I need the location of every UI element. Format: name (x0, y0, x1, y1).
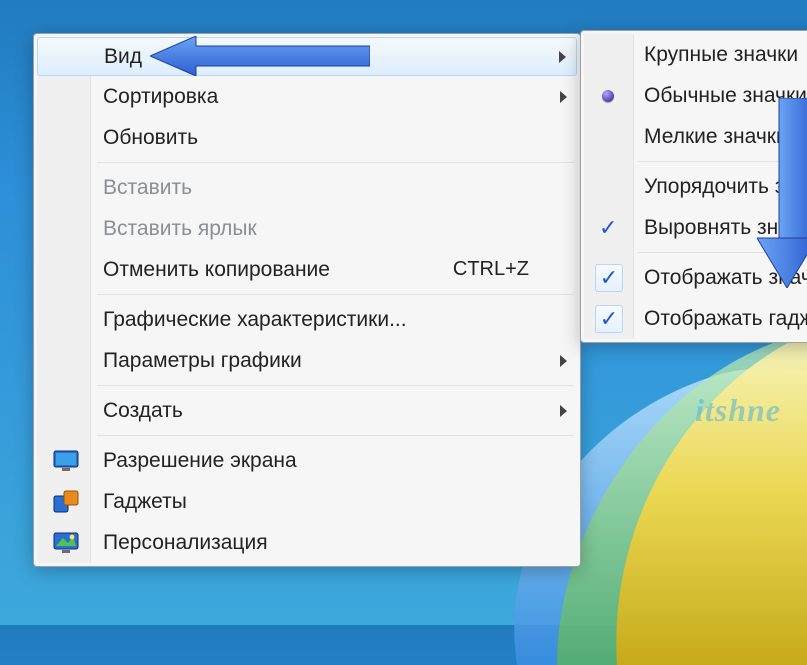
menu-item-label: Отменить копирование (103, 258, 330, 282)
menu-item-paste: Вставить (37, 167, 577, 208)
menu-item-screen-resolution[interactable]: Разрешение экрана (37, 440, 577, 481)
personalization-icon (51, 528, 81, 558)
menu-item-view[interactable]: Вид (37, 37, 577, 76)
menu-item-label: Вставить ярлык (103, 217, 257, 241)
submenu-item-align-to-grid[interactable]: ✓ Выровнять зна (584, 207, 807, 248)
menu-item-label: Отображать знач (644, 266, 807, 290)
menu-separator (97, 162, 574, 163)
view-submenu: Крупные значки Обычные значки Мелкие зна… (580, 30, 807, 343)
menu-item-label: Персонализация (103, 531, 268, 555)
menu-item-label: Создать (103, 399, 183, 423)
chevron-right-icon (559, 51, 566, 63)
menu-item-sort[interactable]: Сортировка (37, 76, 577, 117)
submenu-item-auto-arrange[interactable]: Упорядочить зн (584, 166, 807, 207)
menu-item-label: Вставить (103, 176, 192, 200)
menu-item-label: Отображать гадж (644, 307, 807, 331)
menu-item-label: Гаджеты (103, 490, 187, 514)
chevron-right-icon (560, 405, 567, 417)
display-resolution-icon (51, 446, 81, 476)
menu-separator (97, 294, 574, 295)
menu-separator (638, 161, 807, 162)
watermark-text: itshne (695, 392, 781, 429)
submenu-item-show-desktop-icons[interactable]: ✓ Отображать знач (584, 257, 807, 298)
menu-separator (638, 252, 807, 253)
radio-selected-icon (602, 90, 614, 102)
menu-separator (97, 385, 574, 386)
menu-item-label: Графические характеристики... (103, 308, 407, 332)
desktop-context-menu: Вид Сортировка Обновить Вставить Вставит… (33, 33, 581, 567)
check-icon: ✓ (595, 305, 623, 333)
menu-item-graphics-properties[interactable]: Графические характеристики... (37, 299, 577, 340)
menu-item-label: Сортировка (103, 85, 218, 109)
menu-item-label: Обычные значки (644, 84, 807, 108)
submenu-item-medium-icons[interactable]: Обычные значки (584, 75, 807, 116)
menu-item-gadgets[interactable]: Гаджеты (37, 481, 577, 522)
submenu-item-large-icons[interactable]: Крупные значки (584, 34, 807, 75)
check-icon: ✓ (595, 264, 623, 292)
menu-item-paste-shortcut: Вставить ярлык (37, 208, 577, 249)
menu-item-personalization[interactable]: Персонализация (37, 522, 577, 563)
check-icon: ✓ (599, 217, 617, 239)
menu-item-label: Разрешение экрана (103, 449, 297, 473)
menu-item-new[interactable]: Создать (37, 390, 577, 431)
menu-item-label: Крупные значки (644, 43, 798, 67)
menu-item-label: Упорядочить зн (644, 175, 796, 199)
menu-item-shortcut: CTRL+Z (453, 258, 567, 281)
menu-item-label: Вид (104, 45, 142, 69)
gadgets-icon (51, 487, 81, 517)
menu-item-refresh[interactable]: Обновить (37, 117, 577, 158)
chevron-right-icon (560, 355, 567, 367)
menu-item-label: Выровнять зна (644, 216, 790, 240)
menu-item-label: Параметры графики (103, 349, 302, 373)
chevron-right-icon (560, 91, 567, 103)
menu-item-label: Обновить (103, 126, 198, 150)
menu-separator (97, 435, 574, 436)
menu-item-undo-copy[interactable]: Отменить копирование CTRL+Z (37, 249, 577, 290)
menu-item-label: Мелкие значки (644, 125, 788, 149)
menu-item-graphics-options[interactable]: Параметры графики (37, 340, 577, 381)
submenu-item-small-icons[interactable]: Мелкие значки (584, 116, 807, 157)
submenu-item-show-gadgets[interactable]: ✓ Отображать гадж (584, 298, 807, 339)
